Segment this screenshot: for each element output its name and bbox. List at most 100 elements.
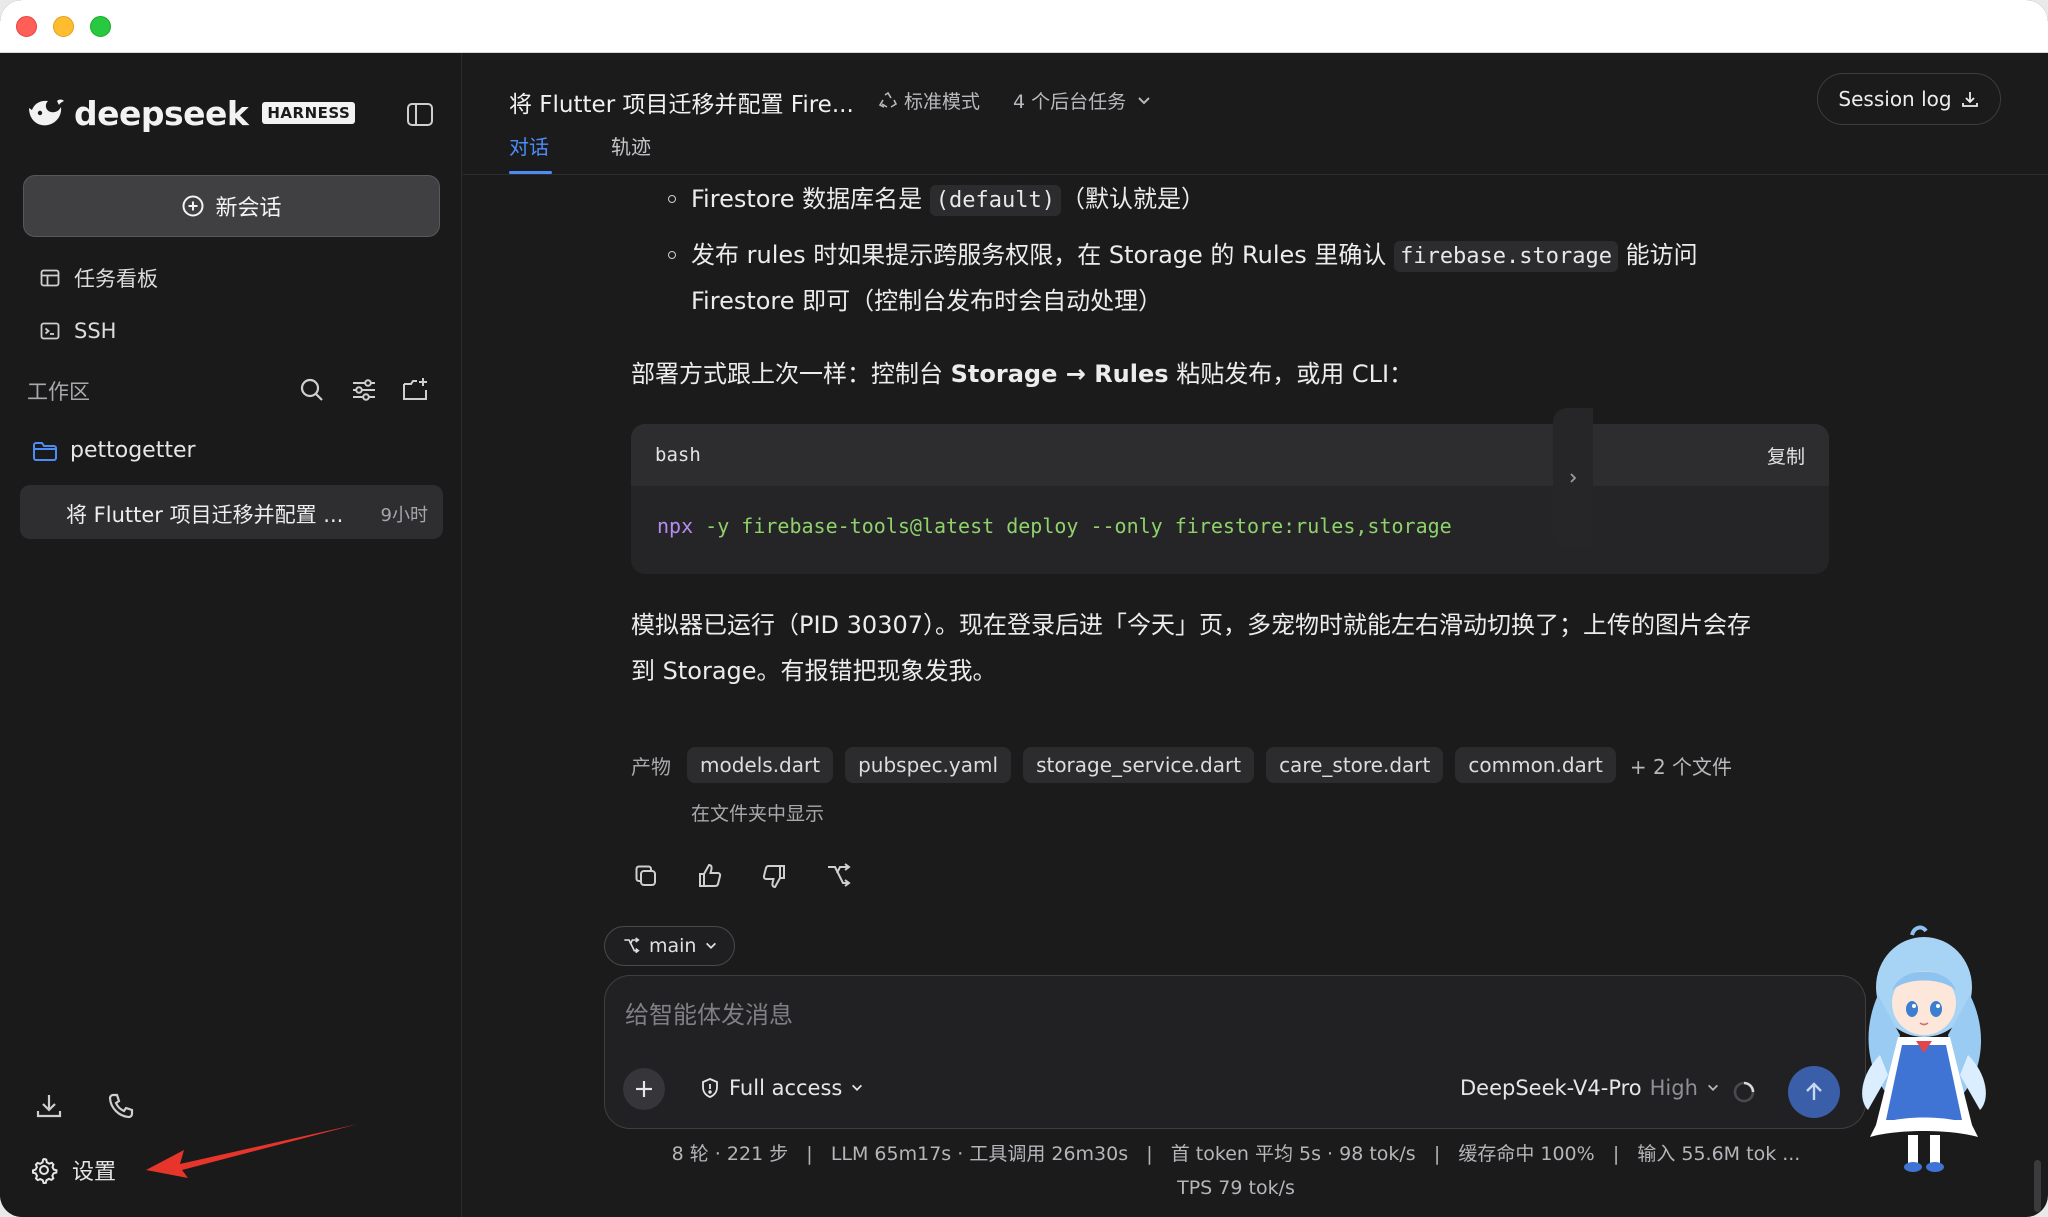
message-actions xyxy=(631,861,853,891)
para-text: 粘贴发布，或用 CLI： xyxy=(1168,360,1414,388)
stats-line: TPS 79 tok/s xyxy=(1177,1177,1295,1199)
bullet-text: 发布 rules 时如果提示跨服务权限，在 Storage 的 Rules 里确… xyxy=(691,241,1395,269)
background-tasks-dropdown[interactable]: 4 个后台任务 xyxy=(1013,87,1152,114)
stats-line: 8 轮 · 221 步 | LLM 65m17s · 工具调用 26m30s |… xyxy=(671,1143,1801,1165)
code-block: bash 复制 npx -y firebase-tools@latest dep… xyxy=(631,424,1829,574)
code-args: -y firebase-tools@latest deploy --only f… xyxy=(693,514,1452,538)
copy-icon[interactable] xyxy=(631,861,661,891)
thumbs-down-icon[interactable] xyxy=(759,861,789,891)
send-button[interactable] xyxy=(1788,1066,1840,1118)
new-chat-label: 新会话 xyxy=(215,196,282,221)
whale-logo-icon xyxy=(29,99,64,126)
sidebar: deepseek HARNESS 新会话 任务看板 SSH 工作区 pettog… xyxy=(0,53,462,1217)
recycle-icon xyxy=(878,91,898,108)
model-name: DeepSeek-V4-Pro xyxy=(1460,1076,1642,1100)
zoom-window-button[interactable] xyxy=(90,16,111,37)
bullet-continuation: Firestore 即可（控制台发布时会自动处理） xyxy=(691,287,1163,315)
branch-icon xyxy=(624,937,640,954)
app-window: deepseek HARNESS 新会话 任务看板 SSH 工作区 pettog… xyxy=(0,0,2048,1217)
tab-trace[interactable]: 轨迹 xyxy=(611,131,651,160)
inline-code: firebase.storage xyxy=(1394,241,1618,272)
sidebar-item-label: SSH xyxy=(74,319,117,343)
mode-indicator[interactable]: 标准模式 xyxy=(878,87,980,114)
tab-chat[interactable]: 对话 xyxy=(509,131,549,160)
artifacts-label: 产物 xyxy=(631,754,671,779)
close-window-button[interactable] xyxy=(16,16,37,37)
logo-badge: HARNESS xyxy=(262,102,356,124)
model-selector[interactable]: DeepSeek-V4-Pro High xyxy=(1460,1076,1720,1100)
bullet-item: 发布 rules 时如果提示跨服务权限，在 Storage 的 Rules 里确… xyxy=(691,232,1698,280)
new-folder-icon[interactable] xyxy=(400,374,432,406)
board-icon xyxy=(40,269,60,287)
scrollbar[interactable] xyxy=(2034,1160,2041,1212)
sidebar-item-label: 任务看板 xyxy=(74,267,158,291)
workspace-label: 工作区 xyxy=(27,380,90,404)
artifact-chip[interactable]: models.dart xyxy=(687,747,834,783)
chevron-down-icon xyxy=(1138,96,1150,104)
code-language: bash xyxy=(655,444,701,466)
right-panel-toggle[interactable] xyxy=(1553,408,1593,548)
logo: deepseek HARNESS xyxy=(26,93,356,133)
thumbs-up-icon[interactable] xyxy=(695,861,725,891)
more-files-link[interactable]: + 2 个文件 xyxy=(1630,751,1732,780)
deploy-paragraph: 部署方式跟上次一样：控制台 Storage → Rules 粘贴发布，或用 CL… xyxy=(631,351,1413,397)
gear-icon xyxy=(32,1157,58,1184)
active-tab-indicator xyxy=(509,171,552,174)
copy-button[interactable]: 复制 xyxy=(1767,442,1805,469)
chevron-down-icon xyxy=(706,942,717,949)
artifact-chip[interactable]: care_store.dart xyxy=(1266,747,1444,783)
artifact-chip[interactable]: pubspec.yaml xyxy=(845,747,1012,783)
title-bar xyxy=(0,0,2048,53)
shield-icon xyxy=(702,1078,718,1098)
bullet-text: 能访问 xyxy=(1618,241,1698,269)
filter-sliders-icon[interactable] xyxy=(348,374,380,406)
session-title: 将 Flutter 项目迁移并配置 ... xyxy=(66,503,344,527)
session-item[interactable]: 将 Flutter 项目迁移并配置 ... 9小时 xyxy=(20,485,443,539)
artifact-chip[interactable]: common.dart xyxy=(1455,747,1616,783)
chat-content: Firestore 数据库名是 (default) （默认就是） 发布 rules… xyxy=(463,175,2048,1217)
plus-icon xyxy=(636,1081,652,1097)
code-header: bash 复制 xyxy=(631,424,1829,486)
annotation-arrow xyxy=(146,1124,358,1178)
mode-label: 标准模式 xyxy=(904,91,981,113)
folder-name: pettogetter xyxy=(70,438,196,463)
access-selector[interactable]: Full access xyxy=(699,1076,864,1100)
page-title: 将 Flutter 项目迁移并配置 Fire... xyxy=(509,92,854,118)
artifact-chip[interactable]: storage_service.dart xyxy=(1023,747,1255,783)
message-composer: Full access DeepSeek-V4-Pro High xyxy=(604,975,1866,1129)
session-log-button[interactable]: Session log xyxy=(1817,73,2001,125)
settings-label: 设置 xyxy=(72,1160,117,1185)
bullet-text: Firestore 数据库名是 xyxy=(691,185,930,213)
message-input[interactable] xyxy=(625,994,1725,1036)
workspace-folder[interactable]: pettogetter xyxy=(32,438,196,463)
artifacts-row: 产物 models.dart pubspec.yaml storage_serv… xyxy=(631,747,1732,783)
download-icon xyxy=(1961,92,1978,107)
new-chat-button[interactable]: 新会话 xyxy=(23,175,440,237)
sidebar-toggle-icon[interactable] xyxy=(403,97,437,131)
header: 将 Flutter 项目迁移并配置 Fire... 标准模式 4 个后台任务 S… xyxy=(463,53,2048,175)
branch-label: main xyxy=(649,935,697,957)
settings-button[interactable]: 设置 xyxy=(30,1154,116,1186)
chevron-right-icon xyxy=(1570,473,1577,483)
sidebar-item-ssh[interactable]: SSH xyxy=(38,314,116,348)
search-icon[interactable] xyxy=(296,374,328,406)
workspace-tools xyxy=(296,374,432,406)
para-text: 部署方式跟上次一样：控制台 xyxy=(631,360,951,388)
session-time: 9小时 xyxy=(380,505,428,526)
bullet-text: （默认就是） xyxy=(1061,185,1206,213)
sidebar-item-task-board[interactable]: 任务看板 xyxy=(38,261,158,295)
access-label: Full access xyxy=(729,1076,843,1100)
arrow-up-icon xyxy=(1806,1082,1822,1100)
para-bold: Storage → Rules xyxy=(950,360,1169,388)
plus-circle-icon xyxy=(182,195,204,217)
inline-code: (default) xyxy=(929,185,1062,216)
loading-spinner-icon xyxy=(1733,1081,1755,1103)
phone-icon[interactable] xyxy=(105,1090,137,1122)
attach-button[interactable] xyxy=(623,1068,665,1110)
show-in-folder-link[interactable]: 在文件夹中显示 xyxy=(691,799,824,826)
bullet-marker xyxy=(668,251,676,259)
download-icon[interactable] xyxy=(33,1090,65,1122)
minimize-window-button[interactable] xyxy=(53,16,74,37)
branch-fork-icon[interactable] xyxy=(823,861,853,891)
branch-selector[interactable]: main xyxy=(604,926,736,966)
